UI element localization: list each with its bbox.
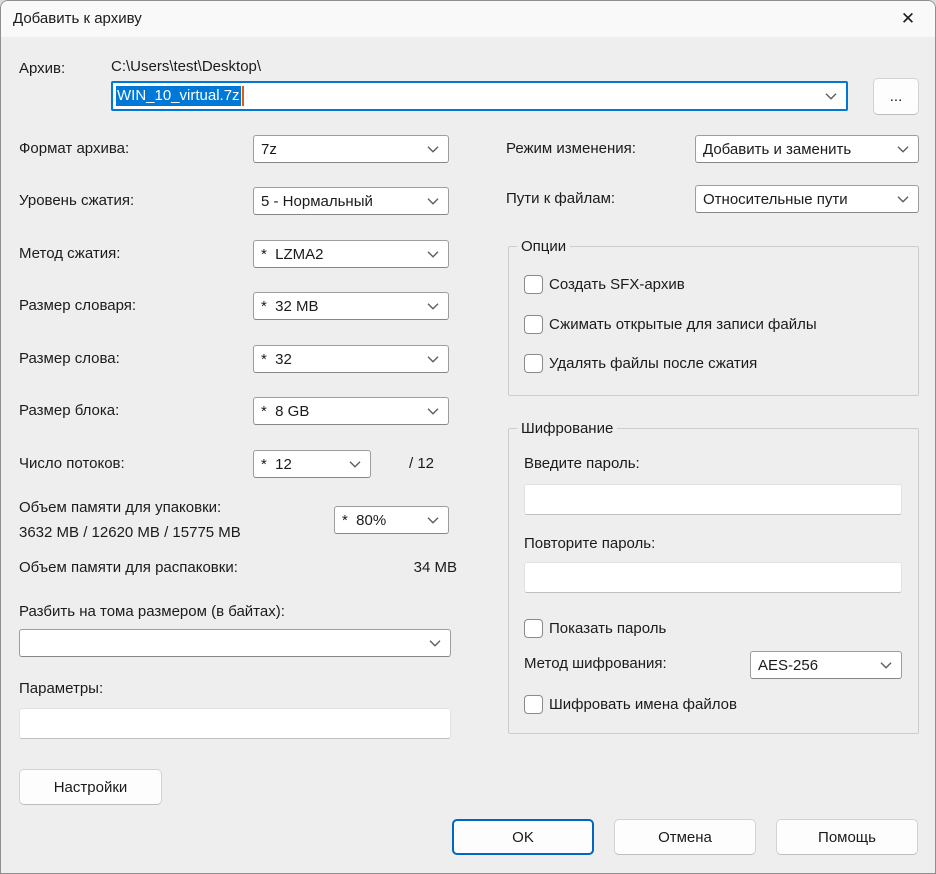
- archive-name-combobox[interactable]: WIN_10_virtual.7z: [111, 81, 848, 111]
- help-button[interactable]: Помощь: [776, 819, 918, 855]
- encrypt-filenames-checkbox-label[interactable]: Шифровать имена файлов: [549, 696, 737, 713]
- window-title: Добавить к архиву: [13, 1, 142, 37]
- enter-password-label: Введите пароль:: [524, 455, 640, 472]
- split-volumes-label: Разбить на тома размером (в байтах):: [19, 603, 285, 620]
- ok-button[interactable]: OK: [452, 819, 594, 855]
- compression-method-select[interactable]: * LZMA2: [253, 240, 449, 268]
- chevron-down-icon: [427, 251, 439, 259]
- format-label: Формат архива:: [19, 140, 129, 157]
- text-caret: [242, 86, 244, 106]
- memory-usage-select[interactable]: * 80%: [334, 506, 449, 534]
- options-group-title: Опции: [517, 237, 570, 257]
- memory-unpack-value: 34 MB: [381, 559, 457, 576]
- chevron-down-icon: [427, 198, 439, 206]
- parameters-label: Параметры:: [19, 680, 103, 697]
- block-size-select[interactable]: * 8 GB: [253, 397, 449, 425]
- repeat-password-input[interactable]: [524, 562, 902, 593]
- chevron-down-icon: [880, 662, 892, 670]
- compression-level-select[interactable]: 5 - Нормальный: [253, 187, 449, 215]
- format-select[interactable]: 7z: [253, 135, 449, 163]
- chevron-down-icon: [897, 196, 909, 204]
- threads-select[interactable]: * 12: [253, 450, 371, 478]
- block-size-label: Размер блока:: [19, 402, 119, 419]
- dictionary-size-label: Размер словаря:: [19, 297, 136, 314]
- chevron-down-icon: [897, 146, 909, 154]
- chevron-down-icon: [427, 146, 439, 154]
- memory-pack-detail: 3632 MB / 12620 MB / 15775 MB: [19, 524, 241, 541]
- threads-label: Число потоков:: [19, 455, 125, 472]
- memory-pack-label: Объем памяти для упаковки:: [19, 499, 221, 516]
- encrypt-filenames-checkbox[interactable]: [524, 695, 543, 714]
- encryption-group: Шифрование Введите пароль: Повторите пар…: [508, 428, 919, 734]
- compress-shared-files-checkbox[interactable]: [524, 315, 543, 334]
- delete-after-checkbox-row: Удалять файлы после сжатия: [524, 354, 757, 373]
- path-mode-select[interactable]: Относительные пути: [695, 185, 919, 213]
- delete-after-compression-checkbox-label[interactable]: Удалять файлы после сжатия: [549, 355, 757, 372]
- show-password-checkbox[interactable]: [524, 619, 543, 638]
- repeat-password-label: Повторите пароль:: [524, 535, 655, 552]
- threads-max: / 12: [409, 455, 457, 472]
- dictionary-size-select[interactable]: * 32 MB: [253, 292, 449, 320]
- compression-level-label: Уровень сжатия:: [19, 192, 134, 209]
- archive-label: Архив:: [19, 60, 65, 77]
- path-mode-label: Пути к файлам:: [506, 190, 615, 207]
- sfx-checkbox-row: Создать SFX-архив: [524, 275, 685, 294]
- compress-shared-files-checkbox-label[interactable]: Сжимать открытые для записи файлы: [549, 316, 817, 333]
- browse-button[interactable]: ...: [873, 78, 919, 115]
- chevron-down-icon: [427, 356, 439, 364]
- create-sfx-checkbox[interactable]: [524, 275, 543, 294]
- word-size-select[interactable]: * 32: [253, 345, 449, 373]
- chevron-down-icon: [427, 408, 439, 416]
- password-input[interactable]: [524, 484, 902, 515]
- chevron-down-icon: [349, 461, 361, 469]
- chevron-down-icon: [427, 517, 439, 525]
- encryption-method-label: Метод шифрования:: [524, 655, 667, 672]
- show-password-row: Показать пароль: [524, 619, 666, 638]
- show-password-checkbox-label[interactable]: Показать пароль: [549, 620, 666, 637]
- archive-name-selected-text: WIN_10_virtual.7z: [116, 86, 244, 106]
- close-icon: ✕: [901, 9, 915, 29]
- settings-button[interactable]: Настройки: [19, 769, 162, 805]
- title-bar: Добавить к архиву ✕: [1, 1, 935, 37]
- chevron-down-icon: [429, 640, 441, 648]
- split-volumes-combobox[interactable]: [19, 629, 451, 657]
- encrypt-names-row: Шифровать имена файлов: [524, 695, 737, 714]
- options-group: Опции Создать SFX-архив Сжимать открытые…: [508, 246, 919, 396]
- update-mode-label: Режим изменения:: [506, 140, 636, 157]
- encryption-group-title: Шифрование: [517, 419, 617, 439]
- chevron-down-icon: [825, 93, 837, 101]
- update-mode-select[interactable]: Добавить и заменить: [695, 135, 919, 163]
- close-button[interactable]: ✕: [889, 1, 927, 37]
- cancel-button[interactable]: Отмена: [614, 819, 756, 855]
- memory-unpack-label: Объем памяти для распаковки:: [19, 559, 238, 576]
- archive-path: C:\Users\test\Desktop\: [111, 58, 261, 75]
- delete-after-compression-checkbox[interactable]: [524, 354, 543, 373]
- add-to-archive-dialog: Добавить к архиву ✕ Архив: C:\Users\test…: [0, 0, 936, 874]
- create-sfx-checkbox-label[interactable]: Создать SFX-архив: [549, 276, 685, 293]
- shared-files-checkbox-row: Сжимать открытые для записи файлы: [524, 315, 817, 334]
- encryption-method-select[interactable]: AES-256: [750, 651, 902, 679]
- compression-method-label: Метод сжатия:: [19, 245, 120, 262]
- word-size-label: Размер слова:: [19, 350, 120, 367]
- chevron-down-icon: [427, 303, 439, 311]
- parameters-input[interactable]: [19, 708, 451, 739]
